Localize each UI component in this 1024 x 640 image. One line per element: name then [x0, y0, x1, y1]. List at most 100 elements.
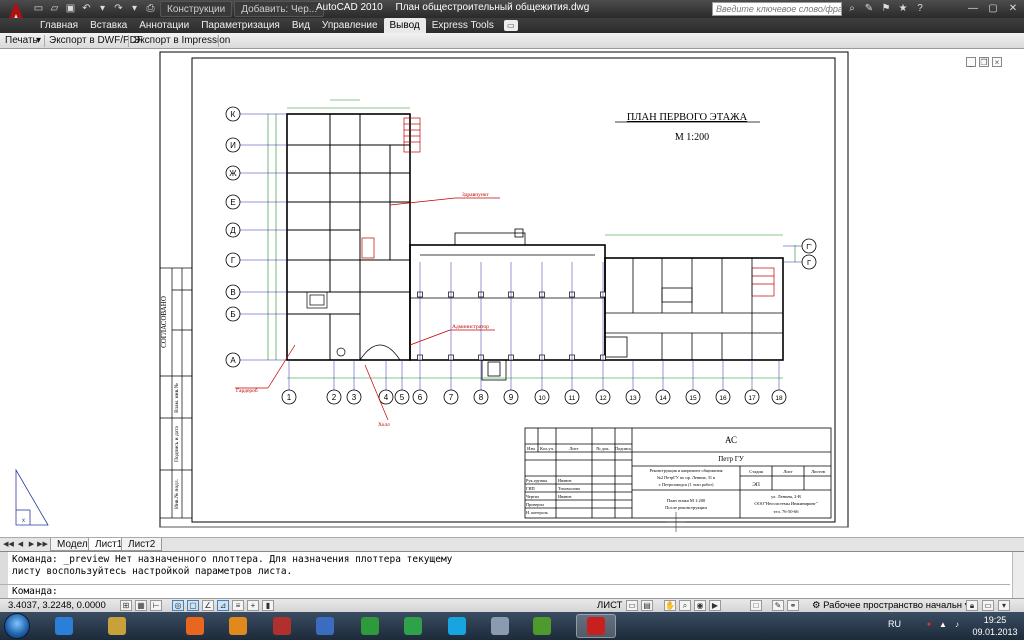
explorer-icon [108, 617, 126, 635]
search-input[interactable]: Введите ключевое слово/фразу [712, 2, 842, 16]
close-icon[interactable]: × [992, 57, 1002, 67]
snap-mode-icon[interactable]: ⊞ [120, 600, 132, 611]
taskbar-app-chrome[interactable] [350, 614, 390, 638]
prev-tab-icon[interactable]: ◀ [15, 539, 26, 550]
taskbar-app-notepad[interactable] [480, 614, 520, 638]
favorites-icon[interactable]: ★ [897, 2, 909, 15]
save-icon[interactable]: ▣ [64, 2, 77, 15]
dropdown-arrow-icon[interactable]: ▾ [96, 2, 109, 15]
drawing-area[interactable]: СОГЛАСОВАНО Взам. инв.№ Подпись и дата И… [0, 49, 1024, 537]
svg-text:9: 9 [509, 393, 514, 402]
taskbar-app-explorer[interactable] [97, 614, 137, 638]
svg-text:x: x [22, 518, 25, 524]
last-tab-icon[interactable]: ▶▶ [37, 539, 48, 550]
language-indicator[interactable]: RU [888, 619, 901, 629]
dropdown-arrow-icon[interactable]: ▾ [128, 2, 141, 15]
clean-screen-icon[interactable]: ▭ [982, 600, 994, 611]
minimize-icon[interactable]: _ [966, 57, 976, 67]
status-menu-icon[interactable]: ▾ [998, 600, 1010, 611]
svg-text:Б: Б [230, 310, 235, 319]
antivirus-tray-icon[interactable]: ✦ [924, 620, 934, 630]
tab-express-tools[interactable]: Express Tools [426, 18, 500, 33]
steering-wheel-icon[interactable]: ◉ [694, 600, 706, 611]
command-input[interactable]: Команда: [12, 586, 58, 598]
minimize-icon[interactable]: — [964, 1, 982, 16]
next-tab-icon[interactable]: ▶ [26, 539, 37, 550]
grid-display-icon[interactable]: ▦ [135, 600, 147, 611]
subscription-icon[interactable]: ✎ [863, 2, 875, 15]
taskbar-app-mail-agent[interactable] [393, 614, 433, 638]
tab-home[interactable]: Главная [34, 18, 84, 33]
svg-text:Тихомолова: Тихомолова [558, 486, 580, 491]
ribbon-minimize-icon[interactable]: ▭ [503, 20, 518, 31]
quick-view-layouts-icon[interactable]: ▭ [626, 600, 638, 611]
callout-administrator: Администратор [452, 324, 489, 330]
svg-text:После реконструкции: После реконструкции [665, 505, 707, 510]
plot-icon[interactable]: ⎙ [144, 2, 157, 15]
tab-output[interactable]: Вывод [383, 18, 426, 33]
archive-icon [273, 617, 291, 635]
showmotion-icon[interactable]: ▶ [709, 600, 721, 611]
project-description: Реконструкция и капремонт общежития №2 П… [649, 468, 722, 487]
ie-icon [55, 617, 73, 635]
start-button-icon[interactable] [4, 613, 30, 639]
communication-icon[interactable]: ⚑ [880, 2, 892, 15]
taskbar-app-archive[interactable] [262, 614, 302, 638]
tab-layout2[interactable]: Лист2 [121, 538, 163, 551]
drawing-canvas[interactable]: СОГЛАСОВАНО Взам. инв.№ Подпись и дата И… [0, 49, 1024, 537]
quick-properties-icon[interactable]: ▮ [262, 600, 274, 611]
undo-icon[interactable]: ↶ [80, 2, 93, 15]
tab-parametric[interactable]: Параметризация [195, 18, 286, 33]
search-icon[interactable]: ⌕ [846, 2, 858, 15]
command-scrollbar[interactable] [1012, 552, 1024, 598]
volume-icon[interactable]: ♪ [952, 620, 962, 630]
help-icon[interactable]: ? [914, 2, 926, 15]
dynamic-input-icon[interactable]: ≡ [232, 600, 244, 611]
tab-manage[interactable]: Управление [316, 18, 384, 33]
zoom-icon[interactable]: ⌕ [679, 600, 691, 611]
lineweight-icon[interactable]: + [247, 600, 259, 611]
maximize-viewport-icon[interactable]: □ [750, 600, 762, 611]
close-icon[interactable]: ✕ [1004, 1, 1022, 16]
open-file-icon[interactable]: ▱ [48, 2, 61, 15]
snap-tracking-icon[interactable]: ∠ [202, 600, 214, 611]
dynamic-ucs-icon[interactable]: ⊿ [217, 600, 229, 611]
svg-text:14: 14 [659, 395, 667, 402]
lock-icon[interactable]: 🔒︎ [966, 600, 978, 611]
quick-view-drawings-icon[interactable]: ▤ [641, 600, 653, 611]
taskbar-app-utorrent[interactable] [522, 614, 562, 638]
polar-tracking-icon[interactable]: ◎ [172, 600, 184, 611]
tab-annotate[interactable]: Аннотации [133, 18, 195, 33]
command-window-grip[interactable] [0, 552, 8, 598]
taskbar-app-network[interactable] [305, 614, 345, 638]
space-toggle[interactable]: ЛИСТ [597, 600, 622, 612]
taskbar-app-skype[interactable] [437, 614, 477, 638]
redo-icon[interactable]: ↷ [112, 2, 125, 15]
taskbar-app-autocad[interactable] [576, 614, 616, 638]
show-hidden-icons-icon[interactable]: ▲ [938, 620, 948, 630]
panel-expand-icon[interactable]: ▾ [36, 34, 44, 48]
tab-view[interactable]: Вид [286, 18, 316, 33]
annotation-visibility-icon[interactable]: ⚭ [787, 600, 799, 611]
object-snap-icon[interactable]: ▢ [187, 600, 199, 611]
tab-insert[interactable]: Вставка [84, 18, 133, 33]
pan-icon[interactable]: ✋ [664, 600, 676, 611]
svg-text:4: 4 [384, 393, 389, 402]
window-tab[interactable]: Добавить: Чер... [234, 1, 325, 17]
taskbar-app-media-player[interactable] [218, 614, 258, 638]
plot-button[interactable]: Печать [2, 34, 41, 48]
first-tab-icon[interactable]: ◀◀ [3, 539, 14, 550]
taskbar-app-firefox[interactable] [175, 614, 215, 638]
new-file-icon[interactable]: ▭ [32, 2, 45, 15]
workspace-switch[interactable]: ⚙ Рабочее пространство начальн ▾ [812, 600, 969, 612]
status-bar: 3.4037, 3.2248, 0.0000 ⊞ ▦ ⊢ ◎ ▢ ∠ ⊿ ≡ +… [0, 598, 1024, 612]
infocenter-icons: ⌕ ✎ ⚑ ★ ? [846, 2, 926, 15]
taskbar-app-ie[interactable] [44, 614, 84, 638]
ortho-mode-icon[interactable]: ⊢ [150, 600, 162, 611]
annotation-scale-icon[interactable]: ✎ [772, 600, 784, 611]
restore-icon[interactable]: ❐ [979, 57, 989, 67]
clock[interactable]: 19:25 09.01.2013 [968, 614, 1022, 638]
maximize-icon[interactable]: ▢ [984, 1, 1002, 16]
coordinates-readout[interactable]: 3.4037, 3.2248, 0.0000 [8, 600, 106, 612]
window-tab[interactable]: Конструкции [160, 1, 233, 17]
